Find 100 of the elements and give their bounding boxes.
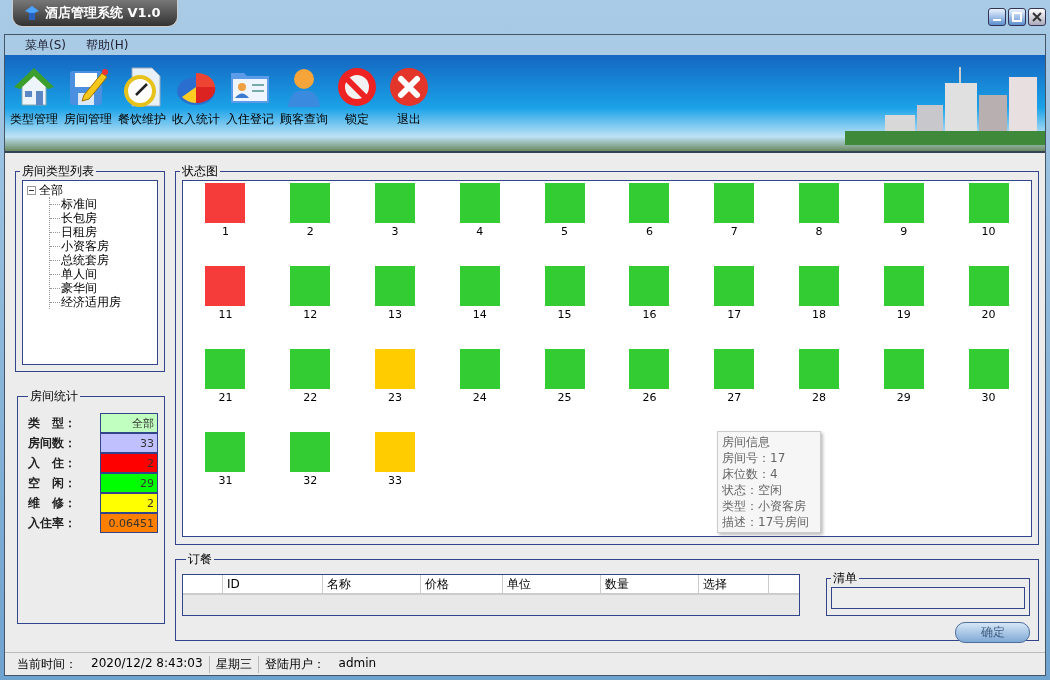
room-number: 9 — [900, 225, 908, 238]
room-number: 15 — [557, 308, 572, 321]
room-tile[interactable] — [714, 183, 755, 223]
menu-item[interactable]: 帮助(H) — [76, 34, 139, 56]
panel-title: 清单 — [832, 570, 858, 587]
toolbar-button[interactable]: 顾客查询 — [277, 65, 331, 128]
room-number: 19 — [896, 308, 911, 321]
room-tile[interactable] — [290, 349, 331, 389]
tree-item[interactable]: 豪华间 — [61, 281, 97, 295]
room-number: 27 — [727, 391, 742, 404]
room-tile[interactable] — [544, 349, 585, 389]
toolbar-button[interactable]: 退出 — [383, 65, 435, 128]
room-number: 16 — [642, 308, 657, 321]
tree-item[interactable]: 全部 — [39, 183, 63, 197]
user-name: admin — [338, 655, 377, 672]
toolbar-button[interactable]: 入住登记 — [223, 65, 277, 128]
room-tile[interactable] — [205, 432, 246, 472]
room-tile[interactable] — [968, 266, 1009, 306]
column-header[interactable]: ID — [223, 575, 323, 593]
room-number: 31 — [218, 474, 233, 487]
tooltip-line: 房间号：17 — [722, 450, 787, 466]
time-label: 当前时间： — [17, 655, 77, 673]
room-tile[interactable] — [714, 266, 755, 306]
room-tile[interactable] — [459, 349, 500, 389]
close-button[interactable] — [1028, 8, 1046, 26]
stat-label: 入 住： — [28, 454, 76, 472]
title-text: 酒店管理系统 V1.0 — [45, 4, 161, 22]
tree-item[interactable]: 小资客房 — [61, 239, 109, 253]
toolbar-button[interactable]: 收入统计 — [169, 65, 223, 128]
room-number: 12 — [303, 308, 318, 321]
order-list-field[interactable] — [831, 587, 1025, 609]
collapse-icon[interactable] — [27, 185, 36, 195]
room-number: 26 — [642, 391, 657, 404]
column-header[interactable]: 单位 — [503, 575, 601, 593]
tree-item[interactable]: 总统套房 — [61, 253, 109, 267]
tree-item[interactable]: 经济适用房 — [61, 295, 121, 309]
tree-item[interactable]: 长包房 — [61, 211, 97, 225]
panel-title: 订餐 — [187, 551, 213, 568]
tree-item[interactable]: 日租房 — [61, 225, 97, 239]
room-tile[interactable] — [629, 266, 670, 306]
room-number: 4 — [476, 225, 484, 238]
stat-label: 房间数： — [28, 434, 76, 452]
room-tile[interactable] — [290, 266, 331, 306]
room-tile[interactable] — [968, 183, 1009, 223]
room-tile[interactable] — [883, 266, 924, 306]
room-number: 6 — [645, 225, 653, 238]
stat-field: 2 — [100, 453, 158, 473]
stat-label: 空 闲： — [28, 474, 76, 492]
column-header[interactable]: 选择 — [699, 575, 769, 593]
room-tile[interactable] — [290, 183, 331, 223]
panel-title: 状态图 — [181, 163, 219, 180]
room-tile[interactable] — [375, 183, 415, 223]
room-number: 18 — [812, 308, 826, 321]
room-number: 8 — [815, 225, 823, 238]
room-tile[interactable] — [375, 432, 415, 472]
column-header[interactable]: 名称 — [323, 575, 421, 593]
room-tile[interactable] — [799, 266, 839, 306]
maximize-button[interactable] — [1008, 8, 1026, 26]
toolbar-button[interactable]: 餐饮维护 — [115, 65, 169, 128]
menu-item[interactable]: 菜单(S) — [15, 34, 76, 56]
room-tile[interactable] — [799, 349, 839, 389]
room-number: 32 — [303, 474, 318, 487]
toolbar-button[interactable]: 类型管理 — [7, 65, 61, 128]
column-header[interactable]: 数量 — [601, 575, 699, 593]
room-tile[interactable] — [459, 183, 500, 223]
room-tile[interactable] — [205, 349, 246, 389]
tooltip-line: 类型：小资客房 — [722, 498, 807, 514]
room-tile[interactable] — [714, 349, 755, 389]
room-tile[interactable] — [968, 349, 1009, 389]
toolbar-button[interactable]: 锁定 — [331, 65, 383, 128]
room-tile[interactable] — [629, 349, 670, 389]
room-tile[interactable] — [375, 349, 415, 389]
tree-item[interactable]: 单人间 — [61, 267, 97, 281]
stat-field: 全部 — [100, 413, 158, 433]
room-tile[interactable] — [459, 266, 500, 306]
room-tile[interactable] — [883, 183, 924, 223]
column-header[interactable]: 价格 — [421, 575, 503, 593]
stat-field: 0.06451 — [100, 513, 158, 533]
minimize-button[interactable] — [988, 8, 1006, 26]
room-tile[interactable] — [799, 183, 839, 223]
room-tile[interactable] — [290, 432, 331, 472]
room-number: 5 — [561, 225, 569, 238]
tooltip-line: 状态：空闲 — [722, 482, 783, 498]
room-tile[interactable] — [375, 266, 415, 306]
toolbar-button[interactable]: 房间管理 — [61, 65, 115, 128]
tree-item[interactable]: 标准间 — [61, 197, 97, 211]
room-tile[interactable] — [544, 266, 585, 306]
panel-title: 房间统计 — [29, 388, 79, 405]
current-time: 2020/12/2 8:43:03 — [91, 655, 203, 672]
room-number: 2 — [306, 225, 314, 238]
tooltip-title: 房间信息 — [722, 434, 771, 450]
room-tile[interactable] — [883, 349, 924, 389]
close-icon — [387, 65, 431, 109]
room-number: 14 — [472, 308, 487, 321]
room-tile[interactable] — [205, 183, 246, 223]
room-tile[interactable] — [629, 183, 670, 223]
room-tile[interactable] — [544, 183, 585, 223]
room-tile[interactable] — [205, 266, 246, 306]
tooltip-line: 床位数：4 — [722, 466, 779, 482]
stat-field: 33 — [100, 433, 158, 453]
